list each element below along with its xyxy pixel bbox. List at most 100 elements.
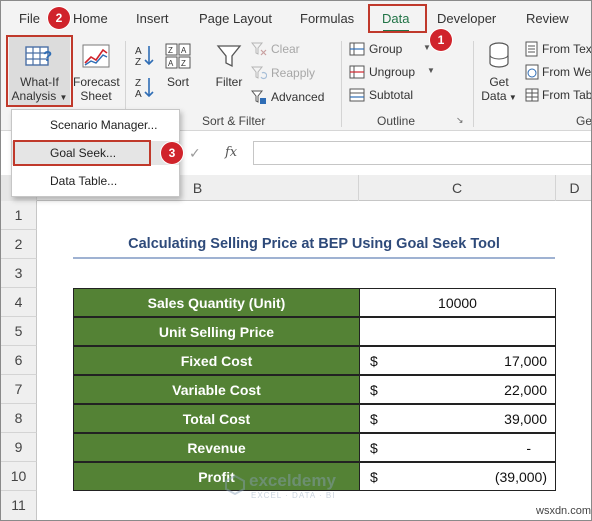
svg-text:?: ?: [43, 48, 52, 65]
currency-symbol: $: [370, 440, 378, 456]
group-rows-icon: [349, 42, 365, 56]
table-value-cell[interactable]: [359, 317, 556, 346]
currency-symbol: $: [370, 353, 378, 369]
row-header[interactable]: 11: [1, 491, 37, 520]
row-header[interactable]: 10: [1, 462, 37, 491]
chevron-down-icon: ▼: [427, 66, 435, 75]
database-icon: [489, 42, 509, 68]
clear-filter-icon: [251, 42, 267, 56]
row-header[interactable]: 2: [1, 230, 37, 259]
table-label-cell[interactable]: Total Cost: [73, 404, 360, 433]
from-text-label: From Text: [542, 42, 592, 56]
from-web-label: From We: [542, 65, 592, 79]
web-icon: [525, 64, 539, 80]
tab-review[interactable]: Review: [526, 11, 569, 26]
row-header[interactable]: 1: [1, 201, 37, 230]
sort-filter-group-label: Sort & Filter: [202, 114, 266, 128]
ungroup-rows-icon: [349, 65, 365, 79]
table-label-cell[interactable]: Revenue: [73, 433, 360, 462]
enter-check-icon[interactable]: ✓: [189, 145, 201, 162]
row-header[interactable]: 6: [1, 346, 37, 375]
column-header-d[interactable]: D: [556, 175, 591, 201]
from-text-button[interactable]: From Text: [525, 40, 592, 58]
what-if-label-line2: Analysis: [11, 89, 57, 103]
svg-text:Z: Z: [135, 78, 141, 89]
currency-symbol: $: [370, 382, 378, 398]
sort-z-to-a-button[interactable]: Z A: [133, 75, 157, 100]
watermark-tagline: EXCEL · DATA · BI: [251, 491, 336, 500]
goal-seek-highlight: [13, 140, 151, 166]
advanced-label: Advanced: [271, 90, 325, 104]
ungroup-button[interactable]: Ungroup ▼: [349, 63, 439, 81]
sheet-title[interactable]: Calculating Selling Price at BEP Using G…: [73, 231, 555, 259]
forecast-label-line1: Forecast: [73, 75, 120, 89]
what-if-analysis-button[interactable]: ? What-If Analysis ▼: [9, 37, 70, 105]
tab-insert[interactable]: Insert: [136, 11, 169, 26]
tab-developer[interactable]: Developer: [437, 11, 496, 26]
row-header[interactable]: 9: [1, 433, 37, 462]
row-header[interactable]: 5: [1, 317, 37, 346]
row-header[interactable]: 3: [1, 259, 37, 288]
tab-page-layout[interactable]: Page Layout: [199, 11, 272, 26]
tab-file[interactable]: File: [19, 11, 40, 26]
table-label-cell[interactable]: Unit Selling Price: [73, 317, 360, 346]
cell-value: 17,000: [504, 353, 547, 369]
ungroup-label: Ungroup: [369, 65, 416, 79]
get-transform-group-label: Ge: [576, 114, 592, 128]
table-label-cell[interactable]: Fixed Cost: [73, 346, 360, 375]
svg-text:A: A: [135, 46, 142, 57]
table-value-cell[interactable]: 10000: [359, 288, 556, 317]
from-web-button[interactable]: From We: [525, 63, 592, 81]
dialog-launcher-icon[interactable]: ↘: [456, 115, 464, 126]
get-data-label-line1: Get: [489, 75, 509, 89]
cell-value: 10000: [438, 295, 477, 311]
tab-home[interactable]: Home: [73, 11, 108, 26]
cell-value: 22,000: [504, 382, 547, 398]
what-if-label: What-If Analysis ▼: [9, 75, 70, 105]
table-value-cell[interactable]: $ 17,000: [359, 346, 556, 375]
svg-text:A: A: [135, 89, 142, 99]
from-table-button[interactable]: From Tab: [525, 86, 591, 104]
reapply-button[interactable]: Reapply: [251, 64, 325, 82]
forecast-sheet-button[interactable]: Forecast Sheet: [73, 37, 120, 105]
sort-button[interactable]: Z A A Z Sort: [161, 37, 195, 105]
what-if-icon: ?: [25, 46, 52, 66]
step-badge-1: 1: [430, 29, 452, 51]
advanced-filter-button[interactable]: Advanced: [251, 88, 331, 106]
reapply-label: Reapply: [271, 66, 316, 80]
get-data-label-line2: Data: [481, 89, 507, 103]
table-value-cell[interactable]: $ (39,000): [359, 462, 556, 491]
svg-text:Z: Z: [181, 59, 186, 68]
row-header[interactable]: 8: [1, 404, 37, 433]
get-data-button[interactable]: Get Data ▼: [479, 37, 519, 105]
formula-input[interactable]: [253, 141, 591, 165]
clear-label: Clear: [271, 42, 300, 56]
reapply-icon: [251, 66, 267, 80]
outline-group-label: Outline: [377, 114, 416, 128]
cell-value: 39,000: [504, 411, 547, 427]
table-label-cell[interactable]: Variable Cost: [73, 375, 360, 404]
row-header[interactable]: 4: [1, 288, 37, 317]
menu-item-data-table[interactable]: Data Table...: [12, 169, 179, 193]
subtotal-button[interactable]: Subtotal: [349, 86, 429, 104]
clear-button[interactable]: Clear: [251, 40, 325, 58]
table-label-cell[interactable]: Sales Quantity (Unit): [73, 288, 360, 317]
step-badge-3: 3: [161, 142, 183, 164]
sort-a-to-z-button[interactable]: A Z: [133, 43, 157, 68]
sort-label: Sort: [166, 75, 189, 89]
group-separator: [473, 41, 474, 127]
column-header-c[interactable]: C: [359, 175, 556, 201]
menu-item-scenario-manager[interactable]: Scenario Manager...: [12, 113, 179, 137]
filter-button[interactable]: Filter: [211, 37, 247, 105]
row-header[interactable]: 7: [1, 375, 37, 404]
table-value-cell[interactable]: $ -: [359, 433, 556, 462]
tab-formulas[interactable]: Formulas: [300, 11, 354, 26]
table-value-cell[interactable]: $ 39,000: [359, 404, 556, 433]
table-value-cell[interactable]: $ 22,000: [359, 375, 556, 404]
chevron-down-icon: ▼: [506, 93, 517, 102]
sort-za-icon: Z A: [135, 78, 154, 100]
svg-text:A: A: [168, 59, 174, 68]
group-button[interactable]: Group ▼: [349, 40, 435, 58]
what-if-label-line1: What-If: [20, 75, 59, 89]
insert-function-icon[interactable]: fx: [225, 145, 237, 160]
